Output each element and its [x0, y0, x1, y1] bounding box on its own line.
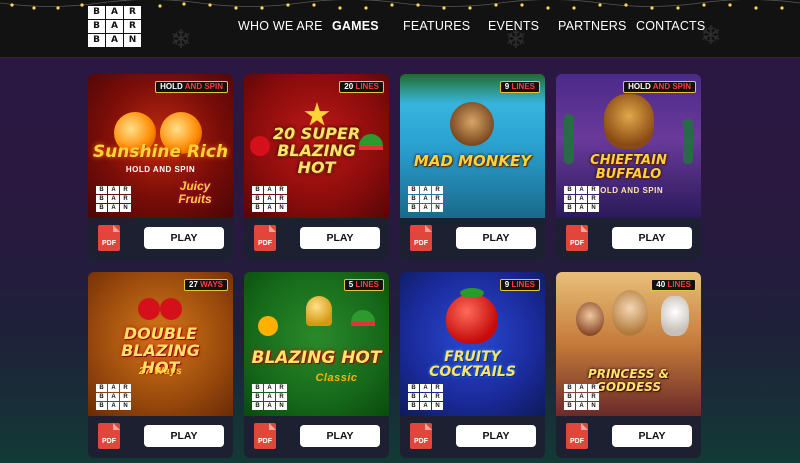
mini-logo: BARBARBAN: [252, 384, 287, 410]
ways-badge: 27 WAYS: [184, 279, 228, 291]
orange-icon: [258, 316, 278, 336]
pdf-download-icon[interactable]: PDF: [254, 423, 276, 449]
play-button[interactable]: PLAY: [144, 425, 224, 447]
play-button[interactable]: PLAY: [456, 425, 536, 447]
cherry-icon: [138, 298, 160, 320]
logo-cell: R: [124, 6, 141, 19]
lines-badge: 20 LINES: [339, 81, 384, 93]
game-card: 40 LINES PRINCESS & GODDESS BARBARBAN PD…: [556, 272, 701, 458]
play-button[interactable]: PLAY: [612, 227, 692, 249]
nav-contacts[interactable]: CONTACTS: [636, 19, 705, 33]
warrior-portrait: [576, 302, 604, 336]
game-thumbnail[interactable]: HOLD AND SPIN CHIEFTAIN BUFFALO HOLD AND…: [556, 74, 701, 218]
game-extra-label: Juicy Fruits: [178, 179, 212, 206]
monkey-face-icon: [450, 102, 494, 146]
play-button[interactable]: PLAY: [456, 227, 536, 249]
pdf-download-icon[interactable]: PDF: [98, 423, 120, 449]
play-button[interactable]: PLAY: [144, 227, 224, 249]
mechanic-badge: HOLD AND SPIN: [155, 81, 228, 93]
play-button[interactable]: PLAY: [300, 227, 380, 249]
game-title: MAD MONKEY: [413, 152, 532, 170]
game-thumbnail[interactable]: 20 LINES 20 SUPER BLAZING HOT BARBARBAN: [244, 74, 389, 218]
buffalo-head-icon: [604, 94, 654, 149]
game-thumbnail[interactable]: 40 LINES PRINCESS & GODDESS BARBARBAN: [556, 272, 701, 416]
game-thumbnail[interactable]: HOLD AND SPIN Sunshine Rich HOLD AND SPI…: [88, 74, 233, 218]
game-subtitle: Classic: [315, 372, 358, 384]
main-navigation: WHO WE ARE GAMES FEATURES EVENTS PARTNER…: [0, 19, 800, 37]
game-card: 27 WAYS DOUBLE BLAZING HOT 27 Ways BARBA…: [88, 272, 233, 458]
game-card: 5 LINES BLAZING HOT Classic BARBARBAN PD…: [244, 272, 389, 458]
game-title: Sunshine Rich: [92, 142, 229, 162]
mini-logo: BARBARBAN: [96, 186, 131, 212]
game-card: HOLD AND SPIN Sunshine Rich HOLD AND SPI…: [88, 74, 233, 260]
mini-logo: BARBARBAN: [408, 384, 443, 410]
leaf-icon: [460, 288, 484, 298]
game-thumbnail[interactable]: 9 LINES FRUITY COCKTAILS BARBARBAN: [400, 272, 545, 416]
game-card: 20 LINES 20 SUPER BLAZING HOT BARBARBAN …: [244, 74, 389, 260]
site-header: ❄ ❄ ❄ BAR BAR BAN WHO WE ARE GAMES FEATU…: [0, 0, 800, 58]
game-title: BLAZING HOT: [251, 348, 382, 368]
mechanic-badge: HOLD AND SPIN: [623, 81, 696, 93]
horse-icon: [661, 296, 689, 336]
game-title: FRUITY COCKTAILS: [429, 349, 516, 380]
game-title: 20 SUPER BLAZING HOT: [272, 124, 361, 177]
pdf-download-icon[interactable]: PDF: [98, 225, 120, 251]
lines-badge: 40 LINES: [651, 279, 696, 291]
game-thumbnail[interactable]: 9 LINES MAD MONKEY BARBARBAN: [400, 74, 545, 218]
cherry-icon: [160, 298, 182, 320]
pdf-download-icon[interactable]: PDF: [254, 225, 276, 251]
logo-cell: A: [106, 6, 123, 19]
game-subtitle: HOLD AND SPIN: [125, 165, 196, 174]
mini-logo: BARBARBAN: [96, 384, 131, 410]
nav-events[interactable]: EVENTS: [488, 19, 539, 33]
game-title: CHIEFTAIN BUFFALO: [590, 153, 667, 182]
mini-logo: BARBARBAN: [252, 186, 287, 212]
nav-who-we-are[interactable]: WHO WE ARE: [238, 19, 323, 33]
lines-badge: 9 LINES: [499, 81, 540, 93]
strawberry-character-icon: [446, 294, 498, 344]
lines-badge: 5 LINES: [343, 279, 384, 291]
pdf-download-icon[interactable]: PDF: [566, 225, 588, 251]
play-button[interactable]: PLAY: [300, 425, 380, 447]
bell-icon: [306, 296, 332, 326]
game-thumbnail[interactable]: 27 WAYS DOUBLE BLAZING HOT 27 Ways BARBA…: [88, 272, 233, 416]
pdf-download-icon[interactable]: PDF: [410, 225, 432, 251]
game-card: HOLD AND SPIN CHIEFTAIN BUFFALO HOLD AND…: [556, 74, 701, 260]
play-button[interactable]: PLAY: [612, 425, 692, 447]
lines-badge: 9 LINES: [499, 279, 540, 291]
watermelon-icon: [351, 310, 375, 326]
game-thumbnail[interactable]: 5 LINES BLAZING HOT Classic BARBARBAN: [244, 272, 389, 416]
pdf-download-icon[interactable]: PDF: [566, 423, 588, 449]
mini-logo: BARBARBAN: [564, 384, 599, 410]
pdf-download-icon[interactable]: PDF: [410, 423, 432, 449]
game-card: 9 LINES FRUITY COCKTAILS BARBARBAN PDF P…: [400, 272, 545, 458]
goddess-portrait: [612, 290, 648, 336]
game-card: 9 LINES MAD MONKEY BARBARBAN PDF PLAY: [400, 74, 545, 260]
nav-features[interactable]: FEATURES: [403, 19, 470, 33]
nav-partners[interactable]: PARTNERS: [558, 19, 627, 33]
nav-games[interactable]: GAMES: [332, 19, 379, 33]
logo-cell: B: [88, 6, 105, 19]
mini-logo: BARBARBAN: [564, 186, 599, 212]
game-subtitle: 27 Ways: [138, 366, 183, 377]
mini-logo: BARBARBAN: [408, 186, 443, 212]
